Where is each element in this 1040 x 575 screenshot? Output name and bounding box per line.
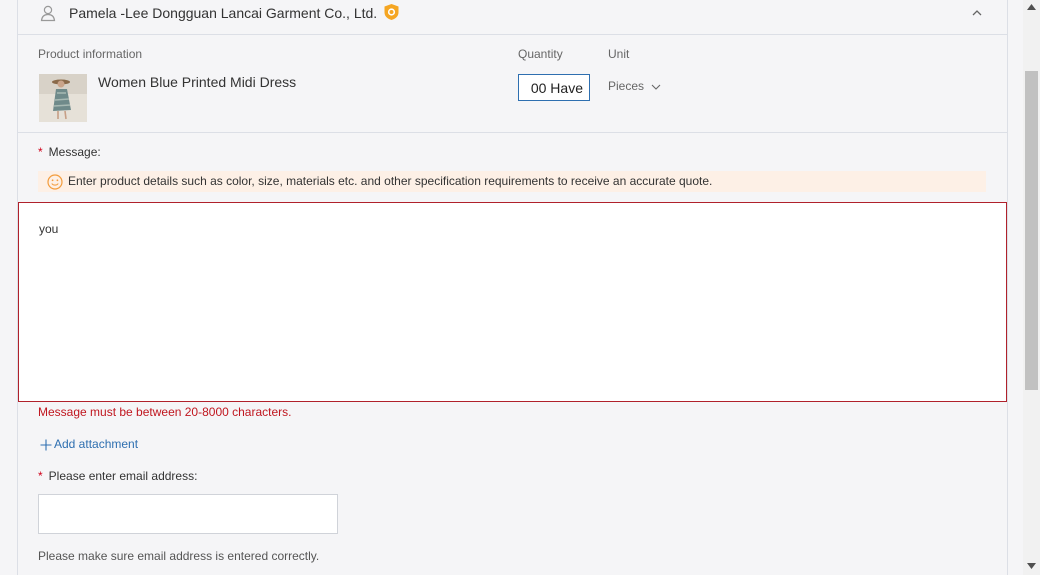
scroll-down-arrow-icon[interactable]	[1027, 563, 1036, 569]
product-name[interactable]: Women Blue Printed Midi Dress	[98, 74, 296, 90]
plus-icon	[40, 439, 52, 451]
quantity-input[interactable]	[518, 74, 590, 101]
scroll-up-arrow-icon[interactable]	[1027, 4, 1036, 10]
email-label: * Please enter email address:	[38, 469, 198, 483]
inquiry-panel: Pamela -Lee Dongguan Lancai Garment Co.,…	[17, 0, 1008, 575]
quantity-label: Quantity	[518, 47, 563, 61]
scrollbar[interactable]	[1023, 0, 1040, 575]
user-icon	[40, 5, 56, 22]
chevron-up-icon[interactable]	[970, 6, 984, 20]
message-textarea[interactable]: you	[18, 202, 1007, 402]
section-divider	[18, 132, 1007, 133]
unit-dropdown[interactable]: Pieces	[608, 79, 661, 93]
required-star: *	[38, 469, 43, 483]
email-hint: Please make sure email address is entere…	[38, 549, 320, 563]
chevron-down-icon	[651, 84, 661, 90]
product-info-label: Product information	[38, 47, 143, 61]
tip-text: Enter product details such as color, siz…	[68, 174, 713, 188]
add-attachment-link[interactable]: Add attachment	[40, 437, 138, 451]
email-input[interactable]	[38, 494, 338, 534]
smile-icon	[47, 174, 63, 190]
message-error: Message must be between 20-8000 characte…	[38, 405, 292, 419]
required-star: *	[38, 145, 43, 159]
scrollbar-thumb[interactable]	[1025, 71, 1038, 390]
product-image[interactable]	[39, 74, 87, 122]
message-tip: Enter product details such as color, siz…	[38, 171, 986, 192]
message-label: * Message:	[38, 145, 101, 159]
unit-label: Unit	[608, 47, 630, 61]
supplier-header[interactable]: Pamela -Lee Dongguan Lancai Garment Co.,…	[18, 0, 1007, 35]
supplier-name: Pamela -Lee Dongguan Lancai Garment Co.,…	[69, 5, 378, 21]
gold-supplier-badge-icon	[384, 4, 399, 20]
add-attachment-label: Add attachment	[54, 437, 139, 451]
unit-value: Pieces	[608, 79, 645, 93]
